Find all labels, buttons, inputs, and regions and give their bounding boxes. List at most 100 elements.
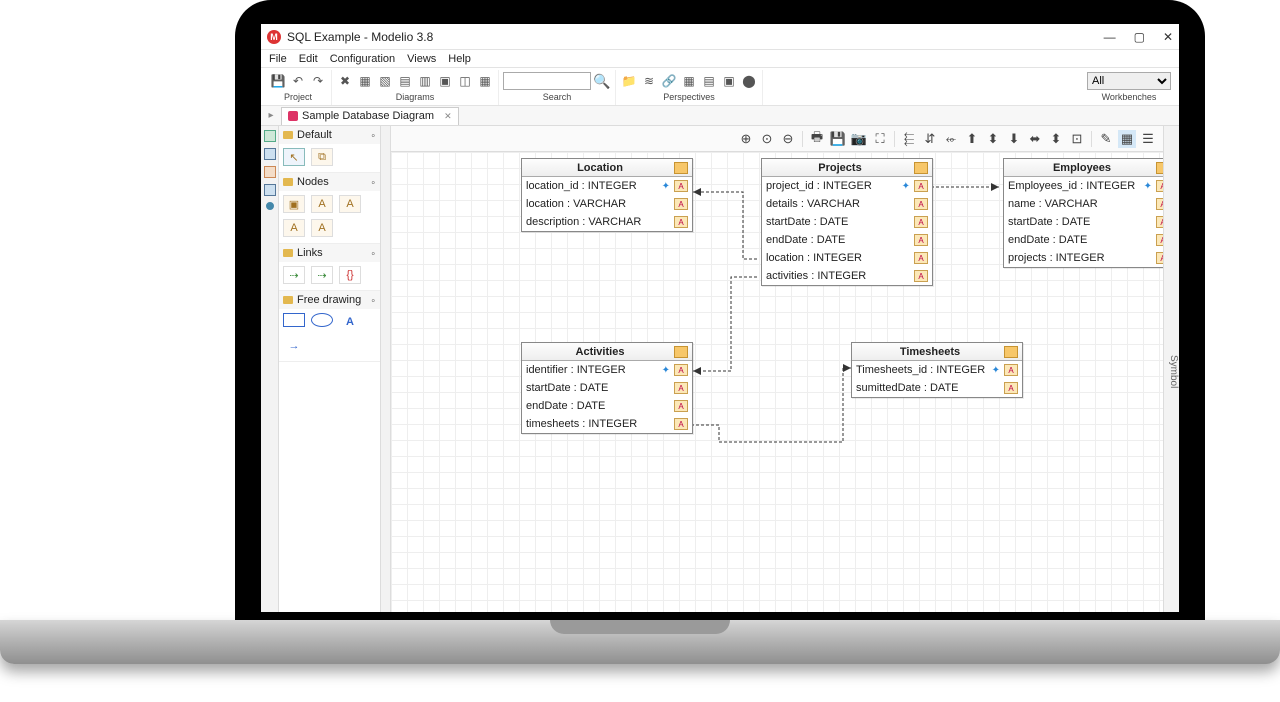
undo-icon[interactable]: ↶ [289,72,307,90]
table-column-row[interactable]: endDate : DATEA [522,397,692,415]
workbench-select[interactable]: All [1087,72,1171,90]
table-column-row[interactable]: sumittedDate : DATEA [852,379,1022,397]
diagram-icon-7[interactable]: ▦ [476,72,494,90]
rail-icon-4[interactable] [264,184,276,196]
distribute-h-icon[interactable]: ⬌ [1026,130,1044,148]
table-column-row[interactable]: projects : INTEGERA [1004,249,1163,267]
save-icon[interactable]: 💾 [269,72,287,90]
align-right-icon[interactable]: ⬰ [942,130,960,148]
minimize-button[interactable]: — [1104,30,1116,44]
zoom-reset-icon[interactable]: ⊙ [758,130,776,148]
align-bottom-icon[interactable]: ⬇ [1005,130,1023,148]
node-tool-1[interactable]: ▣ [283,195,305,213]
snapshot-icon[interactable]: 📷 [850,130,868,148]
table-column-row[interactable]: location_id : INTEGER✦A [522,177,692,195]
table-location[interactable]: Locationlocation_id : INTEGER✦Alocation … [521,158,693,232]
brush-icon[interactable]: ✎ [1097,130,1115,148]
align-middle-icon[interactable]: ⬍ [984,130,1002,148]
table-column-row[interactable]: activities : INTEGERA [762,267,932,285]
table-column-row[interactable]: project_id : INTEGER✦A [762,177,932,195]
table-column-row[interactable]: endDate : DATEA [1004,231,1163,249]
link-tool-2[interactable]: ⇢ [311,266,333,284]
node-tool-4[interactable]: A [283,219,305,237]
table-column-row[interactable]: description : VARCHARA [522,213,692,231]
diagram-icon-6[interactable]: ◫ [456,72,474,90]
table-column-row[interactable]: location : INTEGERA [762,249,932,267]
distribute-v-icon[interactable]: ⬍ [1047,130,1065,148]
diagram-icon-5[interactable]: ▣ [436,72,454,90]
rail-icon-5[interactable] [266,202,274,210]
table-column-row[interactable]: endDate : DATEA [762,231,932,249]
text-tool[interactable]: A [339,313,361,331]
tab-close-icon[interactable]: ✕ [444,111,452,122]
palette-section-nodes[interactable]: Nodes ∘ [279,173,380,191]
align-center-icon[interactable]: ⇵ [921,130,939,148]
table-column-row[interactable]: name : VARCHARA [1004,195,1163,213]
close-button[interactable]: ✕ [1163,30,1173,44]
crop-icon[interactable]: ⊡ [1068,130,1086,148]
table-column-row[interactable]: identifier : INTEGER✦A [522,361,692,379]
palette-section-free-drawing[interactable]: Free drawing ∘ [279,291,380,309]
search-icon[interactable]: 🔍 [593,72,611,90]
marquee-tool[interactable]: ⧉ [311,148,333,166]
diagram-icon-2[interactable]: ▧ [376,72,394,90]
menu-edit[interactable]: Edit [299,53,318,65]
table-header[interactable]: Projects [762,159,932,177]
editor-tab[interactable]: Sample Database Diagram ✕ [281,107,459,125]
table-column-row[interactable]: startDate : DATEA [522,379,692,397]
fit-icon[interactable]: ⛶ [871,130,889,148]
pointer-tool[interactable]: ↖ [283,148,305,166]
wrench-icon[interactable]: ✖ [336,72,354,90]
right-rail[interactable]: Symbol [1163,126,1179,612]
rail-icon-3[interactable] [264,166,276,178]
table-header[interactable]: Location [522,159,692,177]
grid-toggle-icon[interactable]: ▦ [1118,130,1136,148]
node-tool-3[interactable]: A [339,195,361,213]
perspective-modules-icon[interactable]: ⬤ [740,72,758,90]
table-employees[interactable]: EmployeesEmployees_id : INTEGER✦Aname : … [1003,158,1163,268]
align-top-icon[interactable]: ⬆ [963,130,981,148]
zoom-in-icon[interactable]: ⊕ [737,130,755,148]
table-column-row[interactable]: Employees_id : INTEGER✦A [1004,177,1163,195]
perspective-icon-5[interactable]: ▤ [700,72,718,90]
perspective-link-icon[interactable]: 🔗 [660,72,678,90]
align-left-icon[interactable]: ⬱ [900,130,918,148]
ellipse-tool[interactable] [311,313,333,327]
table-activities[interactable]: Activitiesidentifier : INTEGER✦AstartDat… [521,342,693,434]
print-icon[interactable]: 🖶 [808,130,826,148]
diagram-icon-4[interactable]: ▥ [416,72,434,90]
zoom-out-icon[interactable]: ⊖ [779,130,797,148]
table-column-row[interactable]: Timesheets_id : INTEGER✦A [852,361,1022,379]
link-tool-3[interactable]: {} [339,266,361,284]
perspective-icon-4[interactable]: ▦ [680,72,698,90]
save-diagram-icon[interactable]: 💾 [829,130,847,148]
arrow-tool[interactable]: → [283,337,305,355]
menu-views[interactable]: Views [407,53,436,65]
menu-file[interactable]: File [269,53,287,65]
diagram-icon-3[interactable]: ▤ [396,72,414,90]
diagram-icon-1[interactable]: ▦ [356,72,374,90]
palette-section-links[interactable]: Links ∘ [279,244,380,262]
link-tool-1[interactable]: ⇢ [283,266,305,284]
perspective-icon-2[interactable]: ≋ [640,72,658,90]
options-icon[interactable]: ☰ [1139,130,1157,148]
diagram-canvas[interactable]: Locationlocation_id : INTEGER✦Alocation … [391,152,1163,612]
table-projects[interactable]: Projectsproject_id : INTEGER✦Adetails : … [761,158,933,286]
table-column-row[interactable]: startDate : DATEA [762,213,932,231]
rail-icon-1[interactable] [264,130,276,142]
node-tool-2[interactable]: A [311,195,333,213]
perspective-icon-6[interactable]: ▣ [720,72,738,90]
table-timesheets[interactable]: TimesheetsTimesheets_id : INTEGER✦Asumit… [851,342,1023,398]
menu-configuration[interactable]: Configuration [330,53,395,65]
perspective-icon-1[interactable]: 📁 [620,72,638,90]
table-column-row[interactable]: timesheets : INTEGERA [522,415,692,433]
table-header[interactable]: Activities [522,343,692,361]
table-column-row[interactable]: location : VARCHARA [522,195,692,213]
table-header[interactable]: Employees [1004,159,1163,177]
menu-help[interactable]: Help [448,53,471,65]
table-column-row[interactable]: details : VARCHARA [762,195,932,213]
table-column-row[interactable]: startDate : DATEA [1004,213,1163,231]
redo-icon[interactable]: ↷ [309,72,327,90]
search-input[interactable] [503,72,591,90]
table-header[interactable]: Timesheets [852,343,1022,361]
